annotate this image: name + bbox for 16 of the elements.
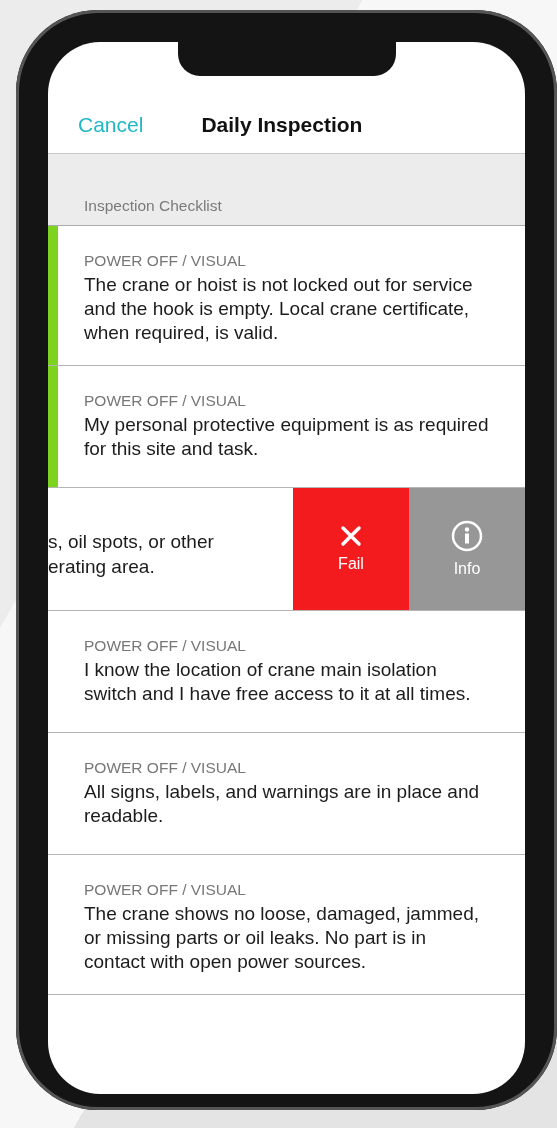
item-category: POWER OFF / VISUAL — [84, 392, 247, 410]
item-category: POWER OFF / VISUAL — [84, 881, 247, 899]
cancel-button[interactable]: Cancel — [78, 113, 144, 137]
item-text: s, oil spots, or other erating area. — [48, 530, 215, 579]
section-header: Inspection Checklist — [84, 197, 222, 215]
item-text: All signs, labels, and warnings are in place and readable. — [84, 780, 480, 828]
fail-button[interactable]: Fail — [293, 488, 409, 610]
item-category: POWER OFF / VISUAL — [84, 759, 247, 777]
info-button[interactable]: Info — [409, 488, 525, 610]
item-text: My personal protective equipment is as required for this site and task. — [84, 413, 489, 461]
item-category: POWER OFF / VISUAL — [84, 637, 247, 655]
item-text: I know the location of crane main isolation switch and I have free access to it at all times. — [84, 658, 472, 706]
screen-title: Daily Inspection — [201, 113, 363, 137]
item-category: POWER OFF / VISUAL — [84, 252, 247, 270]
item-text: The crane shows no loose, damaged, jammed, or missing parts or oil leaks. No part is in contact with open power sources. — [84, 902, 480, 974]
item-text: The crane or hoist is not locked out for service and the hook is empty. Local crane certificate, when required, is valid. — [84, 273, 474, 345]
